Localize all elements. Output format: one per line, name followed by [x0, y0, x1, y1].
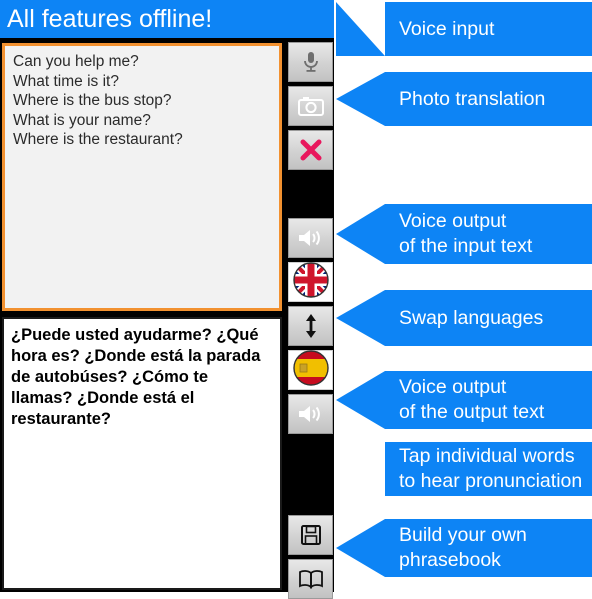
close-x-icon — [299, 138, 323, 162]
callout-line: Voice output — [399, 210, 507, 232]
speaker-icon — [297, 403, 325, 425]
source-line: Where is the bus stop? — [13, 92, 172, 109]
spain-flag-icon — [292, 349, 329, 391]
annotated-app-screenshot: All features offline! Can you help me? W… — [0, 0, 592, 599]
callout-line: Voice input — [399, 17, 495, 40]
translated-text-area[interactable]: ¿Puede usted ayudarme? ¿Qué hora es? ¿Do… — [2, 317, 282, 590]
callout-line: Voice output — [399, 376, 507, 398]
translated-text: ¿Puede usted ayudarme? ¿Qué hora es? ¿Do… — [11, 326, 261, 428]
callout-line: of the output text — [399, 401, 545, 423]
source-line: What time is it? — [13, 72, 119, 90]
app-title-bar: All features offline! — [0, 0, 334, 38]
callout-voice-input: Voice input — [385, 2, 592, 56]
source-text-area[interactable]: Can you help me? What time is it? Where … — [2, 43, 282, 311]
swap-vertical-icon — [303, 313, 319, 339]
floppy-disk-icon — [300, 524, 322, 546]
speak-output-button[interactable] — [288, 394, 333, 434]
camera-icon — [297, 96, 324, 117]
callout-line: Tap individual words — [399, 445, 575, 467]
speaker-icon — [297, 227, 325, 249]
callout-pointer-build-phrasebook — [336, 519, 385, 577]
callout-pointer-voice-output-output — [336, 371, 385, 429]
callout-pointer-voice-output-input — [336, 204, 385, 264]
target-language-button[interactable] — [288, 349, 333, 391]
callout-voice-output-output: Voice output of the output text — [385, 371, 592, 429]
callout-line: to hear pronunciation — [399, 470, 583, 492]
callout-line: Swap languages — [399, 306, 544, 329]
clear-text-button[interactable] — [288, 130, 333, 170]
photo-translation-button[interactable] — [288, 86, 333, 126]
source-line: Can you help me? — [13, 53, 139, 70]
callout-line: phrasebook — [399, 549, 501, 571]
callout-pointer-voice-input — [336, 2, 385, 56]
phrasebook-button[interactable] — [288, 559, 333, 599]
callout-pointer-photo-translation — [336, 72, 385, 126]
save-phrase-button[interactable] — [288, 515, 333, 555]
source-line: Where is the restaurant? — [13, 131, 183, 148]
callout-tap-words: Tap individual words to hear pronunciati… — [385, 442, 592, 496]
callout-pointer-swap-languages — [336, 290, 385, 346]
source-language-button[interactable] — [288, 261, 333, 303]
callout-build-phrasebook: Build your own phrasebook — [385, 519, 592, 577]
source-line: What is your name? — [13, 111, 151, 129]
microphone-icon — [301, 50, 321, 74]
phone-screen: All features offline! Can you help me? W… — [0, 0, 334, 599]
callout-line: of the input text — [399, 235, 533, 257]
callout-line: Photo translation — [399, 87, 546, 110]
speak-input-button[interactable] — [288, 218, 333, 258]
callout-voice-output-input: Voice output of the input text — [385, 204, 592, 264]
uk-flag-icon — [292, 261, 329, 303]
callout-swap-languages: Swap languages — [385, 290, 592, 346]
callout-photo-translation: Photo translation — [385, 72, 592, 126]
book-icon — [298, 569, 324, 589]
voice-input-button[interactable] — [288, 42, 333, 82]
callout-line: Build your own — [399, 524, 527, 546]
tool-button-rail — [284, 38, 334, 599]
swap-languages-button[interactable] — [288, 306, 333, 346]
